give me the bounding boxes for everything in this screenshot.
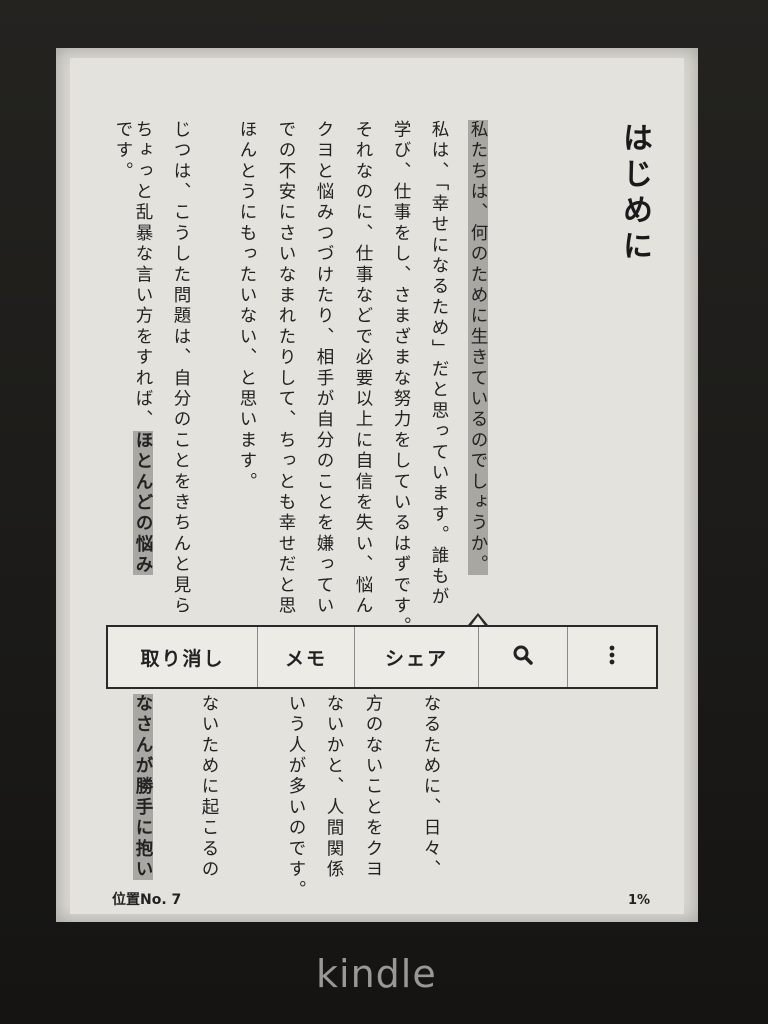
kindle-logo: kindle [316, 952, 437, 996]
text-column: ないかと、人間関係 [316, 694, 352, 880]
text-segment: ないかと、人間関係 [324, 694, 344, 881]
text-segment: での不安にさいなまれたりして、ちっとも幸せだと思 [276, 120, 296, 617]
share-button[interactable]: シェア [355, 627, 479, 687]
text-column: なさんが勝手に抱い [125, 694, 161, 881]
text-segment: じつは、こうした問題は、自分のことをきちんと見ら [171, 120, 191, 617]
undo-highlight-button[interactable]: 取り消し [108, 627, 258, 687]
text-column: ちょっと乱暴な言い方をすれば、ほとんどの悩み [125, 120, 161, 576]
text-column: なるために、日々、 [413, 694, 449, 880]
text-column: それなのに、仕事などで必要以上に自信を失い、悩ん [345, 120, 381, 617]
more-vertical-icon [608, 643, 616, 672]
text-segment: いう人が多いのです。 [286, 694, 306, 901]
text-column: じつは、こうした問題は、自分のことをきちんと見ら [163, 120, 199, 617]
memo-button[interactable]: メモ [258, 627, 355, 687]
more-options-button[interactable] [568, 627, 656, 687]
text-column: ないために起こるの [191, 694, 227, 880]
text-column [240, 694, 276, 703]
text-segment: です。 [113, 120, 133, 183]
selection-popup-menu: 取り消し メモ シェア [106, 625, 658, 689]
location-indicator: 位置No. 7 [112, 892, 182, 908]
search-button[interactable] [479, 627, 568, 687]
share-label: シェア [384, 647, 448, 670]
text-segment: 私は、「幸せになるため」だと思っています。誰もが [429, 120, 449, 609]
text-column: 私は、「幸せになるため」だと思っています。誰もが [421, 120, 457, 608]
kindle-device: はじめに 私たちは、何のために生きているのでしょうか。 私は、「幸せになるため」だ… [0, 0, 768, 1024]
text-column: です。 [105, 120, 141, 182]
text-column: 方のないことをクヨ [355, 694, 391, 880]
text-segment: ないために起こるの [199, 694, 219, 881]
text-column: クヨと悩みつづけたり、相手が自分のことを嫌ってい [306, 120, 342, 617]
chapter-title: はじめに [617, 122, 652, 266]
text-column: 私たちは、何のために生きているのでしょうか。 [460, 120, 496, 576]
highlighted-text[interactable]: ほとんどの悩み [133, 430, 153, 576]
text-segment: なるために、日々、 [421, 694, 441, 881]
memo-label: メモ [284, 647, 327, 670]
text-column: いう人が多いのです。 [278, 694, 314, 901]
text-segment: ほんとうにもったいない、と思います。 [237, 120, 257, 493]
text-column: での不安にさいなまれたりして、ちっとも幸せだと思 [268, 120, 304, 617]
highlighted-text[interactable]: 私たちは、何のために生きているのでしょうか。 [468, 120, 488, 576]
text-column: ほんとうにもったいない、と思います。 [229, 120, 265, 493]
text-segment: クヨと悩みつづけたり、相手が自分のことを嫌ってい [314, 120, 334, 617]
text-segment [248, 694, 268, 703]
highlighted-text[interactable]: なさんが勝手に抱い [133, 694, 153, 881]
search-icon [511, 643, 535, 672]
progress-percent: 1% [628, 893, 651, 908]
undo-highlight-label: 取り消し [140, 647, 225, 670]
text-segment: 学び、仕事をし、さまざまな努力をしているはずです。 [391, 120, 411, 638]
text-column: 学び、仕事をし、さまざまな努力をしているはずです。 [383, 120, 419, 638]
text-segment: 方のないことをクヨ [363, 694, 383, 881]
text-segment: それなのに、仕事などで必要以上に自信を失い、悩ん [353, 120, 373, 617]
text-segment [199, 120, 219, 129]
